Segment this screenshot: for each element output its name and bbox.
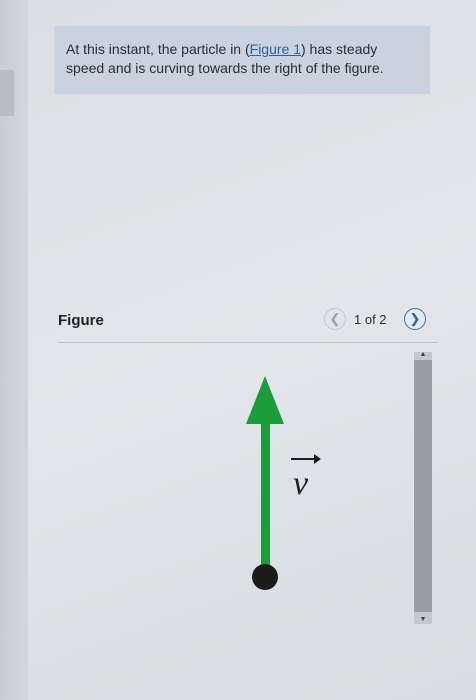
prompt-text-start: At this instant, the particle in (: [66, 41, 250, 57]
figure-page-indicator: 1 of 2: [354, 312, 387, 327]
vector-arrow-tip: [314, 454, 321, 464]
vector-label-text: v: [293, 465, 309, 502]
next-figure-button[interactable]: ❯: [404, 308, 426, 330]
scroll-up-icon[interactable]: ▲: [414, 349, 432, 359]
figure-header: Figure ❮ 1 of 2 ❯: [58, 308, 430, 338]
figure-divider: [58, 342, 438, 343]
velocity-arrow-head: [246, 376, 284, 424]
content-page: At this instant, the particle in (Figure…: [28, 0, 476, 700]
velocity-arrow-shaft: [261, 420, 270, 572]
figure-canvas: v: [246, 376, 321, 590]
figure-scrollbar-thumb[interactable]: [414, 360, 432, 612]
particle-dot: [252, 564, 278, 590]
previous-figure-button[interactable]: ❮: [324, 308, 346, 330]
chevron-left-icon: ❮: [329, 311, 341, 326]
figure-1-link[interactable]: Figure 1: [250, 41, 301, 57]
chevron-right-icon: ❯: [409, 311, 421, 326]
figure-title: Figure: [58, 312, 104, 329]
velocity-vector-label: v: [291, 454, 321, 502]
left-panel-tab[interactable]: [0, 70, 14, 116]
problem-prompt: At this instant, the particle in (Figure…: [54, 26, 430, 94]
scroll-down-icon[interactable]: ▼: [414, 614, 432, 624]
